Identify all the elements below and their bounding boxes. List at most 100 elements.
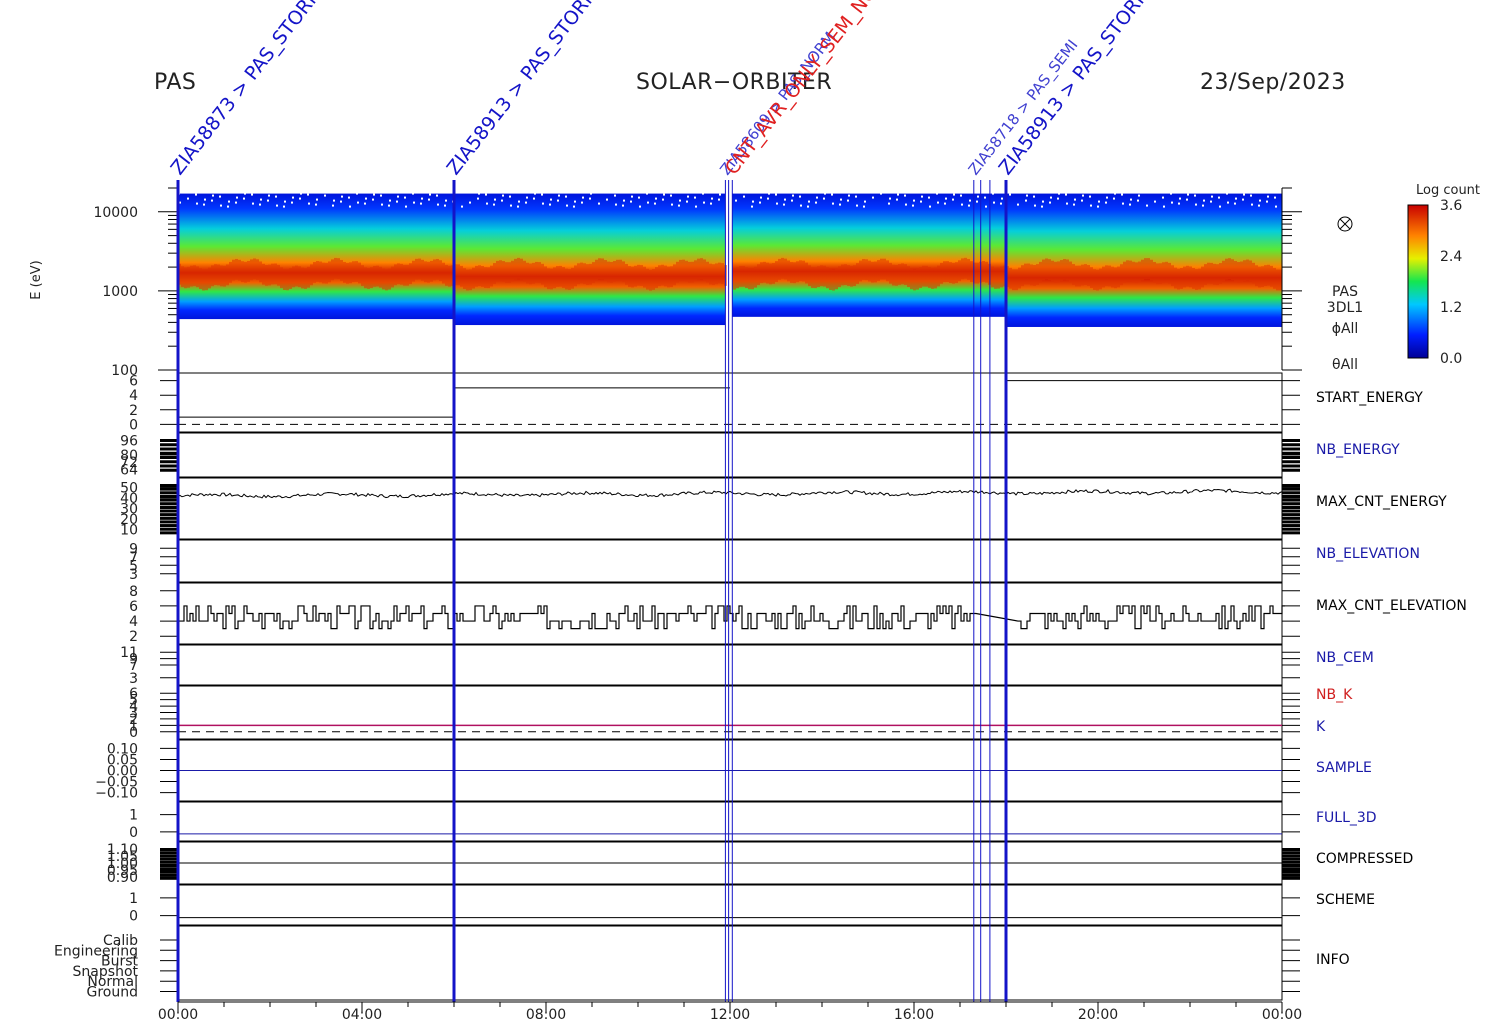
noise-speckle	[905, 203, 907, 206]
noise-speckle	[807, 205, 809, 208]
peak-band-cell	[493, 263, 496, 284]
peak-band-cell	[634, 265, 637, 287]
noise-speckle	[800, 204, 802, 207]
noise-speckle	[864, 200, 866, 203]
noise-speckle	[831, 193, 833, 196]
colorbar-tick-label: 1.2	[1440, 300, 1462, 316]
peak-band-cell	[499, 260, 502, 282]
noise-speckle	[1250, 194, 1252, 197]
noise-speckle	[710, 202, 712, 205]
dense-tick	[160, 851, 178, 855]
peak-band-cell	[952, 262, 955, 284]
panel-frame	[177, 925, 1283, 1001]
noise-speckle	[1105, 201, 1107, 204]
dense-tick	[160, 487, 178, 491]
noise-speckle	[276, 204, 278, 207]
noise-speckle	[437, 203, 439, 206]
peak-band-cell	[1159, 263, 1162, 285]
peak-band-cell	[442, 262, 445, 284]
noise-speckle	[686, 200, 688, 203]
panel-tick-label: 0	[129, 909, 138, 925]
panel-frame	[177, 884, 1283, 926]
peak-band-cell	[1216, 264, 1219, 286]
peak-band-cell	[385, 269, 388, 291]
noise-speckle	[863, 205, 865, 208]
noise-speckle	[1267, 195, 1269, 198]
noise-speckle	[381, 203, 383, 206]
dense-tick	[1282, 443, 1300, 447]
dense-tick	[160, 484, 178, 487]
peak-band-cell	[262, 263, 265, 285]
peak-band-cell	[757, 264, 760, 286]
peak-band-cell	[511, 260, 514, 282]
dense-tick	[160, 447, 178, 451]
noise-speckle	[679, 199, 681, 202]
noise-speckle	[1050, 196, 1052, 199]
panel-tick-label: 2	[129, 629, 138, 645]
dense-tick	[1282, 876, 1300, 880]
peak-band-cell	[1192, 268, 1195, 289]
panel-nb_cem	[160, 644, 1300, 686]
noise-speckle	[259, 203, 261, 206]
peak-band-cell	[373, 265, 376, 287]
dense-tick	[1282, 851, 1300, 855]
peak-band-cell	[844, 264, 847, 286]
peak-band-cell	[832, 269, 835, 291]
noise-speckle	[1026, 194, 1028, 197]
pas-quicklook-plot: 100001000100E (eV) PAS3DL1ϕAllθAllLog cou…	[29, 0, 1480, 1020]
peak-band-cell	[535, 261, 538, 283]
dense-tick	[160, 456, 178, 459]
peak-band-cell	[319, 261, 322, 283]
peak-band-cell	[1018, 267, 1021, 289]
peak-band-cell	[1117, 266, 1120, 288]
peak-band-cell	[715, 263, 718, 285]
noise-speckle	[244, 192, 246, 195]
peak-band-cell	[1237, 262, 1240, 283]
noise-speckle	[872, 196, 874, 199]
noise-speckle	[1186, 198, 1188, 201]
dense-tick	[1282, 854, 1300, 858]
panel-full_3d	[160, 801, 1300, 842]
noise-speckle	[428, 198, 430, 201]
noise-speckle	[615, 203, 617, 206]
noise-speckle	[832, 202, 834, 205]
noise-speckle	[888, 202, 890, 205]
peak-band-cell	[808, 265, 811, 287]
dense-tick	[1282, 867, 1300, 871]
panel-tick-label: 0	[129, 725, 138, 741]
noise-speckle	[477, 197, 479, 200]
dense-tick	[160, 464, 178, 468]
peak-band-cell	[1129, 260, 1132, 282]
panel-tick-label: 3	[129, 671, 138, 687]
dense-tick	[160, 468, 178, 472]
peak-band-cell	[619, 259, 622, 281]
noise-speckle	[526, 196, 528, 199]
peak-band-cell	[643, 266, 646, 288]
peak-band-cell	[892, 264, 895, 286]
peak-band-cell	[1231, 259, 1234, 281]
peak-band-cell	[379, 266, 382, 288]
noise-speckle	[671, 203, 673, 206]
dense-tick	[1282, 464, 1300, 468]
peak-band-cell	[826, 267, 829, 289]
y-tick-label: 10000	[93, 205, 138, 221]
peak-band-cell	[1174, 267, 1177, 289]
noise-speckle	[719, 193, 721, 196]
noise-speckle	[534, 192, 536, 195]
noise-speckle	[1242, 198, 1244, 201]
noise-speckle	[1275, 205, 1277, 208]
noise-speckle	[195, 193, 197, 196]
peak-band-cell	[976, 262, 979, 284]
noise-speckle	[1227, 201, 1229, 204]
event-annotation: ZIA58913 > PAS_STORM	[995, 0, 1156, 179]
peak-band-cell	[868, 260, 871, 282]
noise-speckle	[944, 202, 946, 205]
noise-speckle	[364, 202, 366, 205]
dense-tick	[1282, 516, 1300, 520]
noise-speckle	[235, 201, 237, 204]
peak-band-cell	[874, 261, 877, 283]
noise-speckle	[550, 198, 552, 201]
noise-speckle	[743, 195, 745, 198]
noise-speckle	[204, 198, 206, 201]
peak-band-cell	[223, 265, 226, 287]
